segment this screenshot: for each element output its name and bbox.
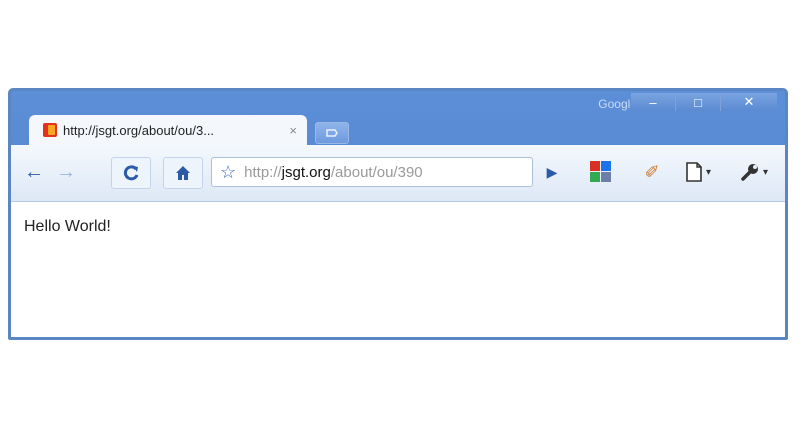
- minimize-button[interactable]: –: [631, 93, 675, 111]
- home-icon: [176, 166, 190, 180]
- home-button[interactable]: [163, 157, 203, 189]
- bookmark-star-icon[interactable]: ☆: [220, 162, 236, 183]
- new-tab-button[interactable]: [315, 122, 349, 144]
- page-icon: [686, 162, 702, 182]
- close-tab-icon[interactable]: ×: [289, 123, 297, 138]
- url-text[interactable]: http://jsgt.org/about/ou/390: [244, 164, 524, 181]
- go-button[interactable]: ▶: [539, 157, 565, 187]
- url-prefix: http://: [244, 163, 282, 181]
- maximize-button[interactable]: □: [675, 93, 720, 111]
- extension-pen-button[interactable]: ✐: [637, 157, 667, 187]
- tab-title: http://jsgt.org/about/ou/3...: [63, 122, 215, 138]
- wrench-menu-button[interactable]: ▾: [729, 157, 779, 187]
- chevron-down-icon: ▾: [762, 166, 769, 178]
- url-host: jsgt.org: [281, 163, 331, 181]
- page-menu-button[interactable]: ▾: [673, 157, 723, 187]
- page-text: Hello World!: [24, 218, 111, 235]
- pen-icon: ✐: [644, 161, 660, 182]
- extension-button[interactable]: [585, 157, 617, 187]
- page-content: Hello World!: [11, 202, 785, 337]
- reload-icon: [123, 165, 139, 181]
- forward-button[interactable]: →: [51, 157, 81, 187]
- browser-window: Google – □ ✕ http://jsgt.org/about/ou/3.…: [8, 88, 788, 340]
- favicon-icon: [43, 123, 57, 137]
- back-button[interactable]: ←: [19, 157, 49, 187]
- browser-tab[interactable]: http://jsgt.org/about/ou/3... ×: [29, 115, 307, 145]
- toolbar: ← → ☆ http://jsgt.org/about/ou/390 ▶ ✐ ▾…: [11, 145, 785, 202]
- url-path: /about/ou/390: [330, 163, 423, 181]
- address-bar[interactable]: ☆ http://jsgt.org/about/ou/390: [211, 157, 533, 187]
- window-controls: – □ ✕: [631, 93, 777, 111]
- wrench-icon: [741, 164, 758, 181]
- reload-button[interactable]: [111, 157, 151, 189]
- new-tab-icon: [326, 129, 338, 137]
- chevron-down-icon: ▾: [705, 166, 712, 178]
- close-window-button[interactable]: ✕: [720, 93, 777, 111]
- extension-icon: [590, 161, 612, 183]
